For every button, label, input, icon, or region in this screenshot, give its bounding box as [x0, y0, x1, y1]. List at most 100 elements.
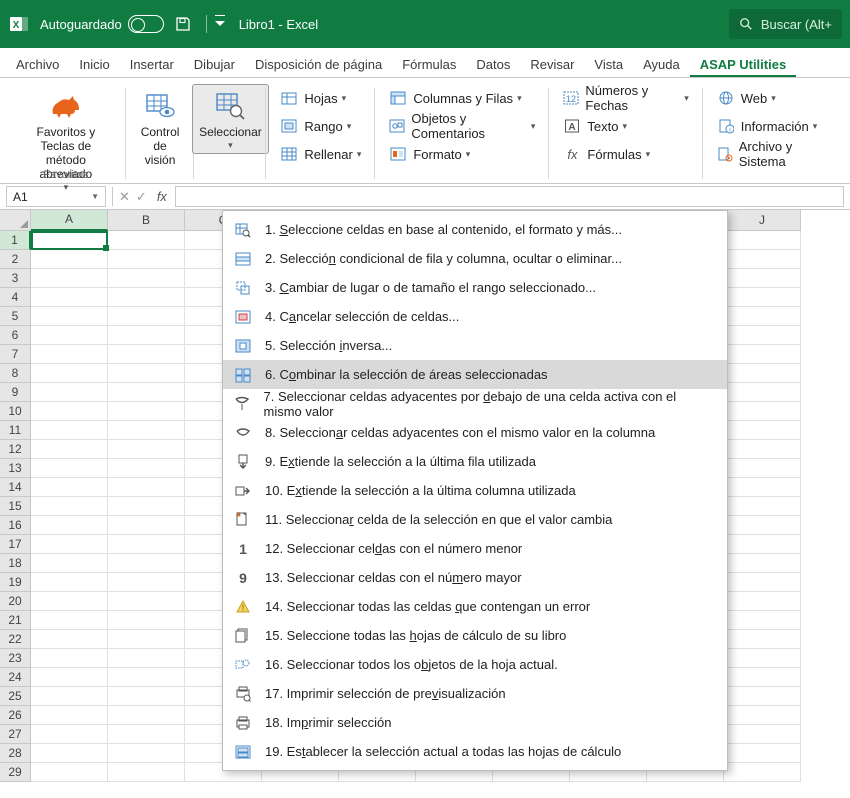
cell[interactable] [108, 725, 185, 744]
cell[interactable] [31, 269, 108, 288]
tab-archivo[interactable]: Archivo [6, 51, 69, 77]
cell[interactable] [31, 763, 108, 782]
row-header[interactable]: 27 [0, 725, 31, 744]
cell[interactable] [31, 421, 108, 440]
cell[interactable] [724, 269, 801, 288]
menu-item[interactable]: 18. Imprimir selección [223, 708, 727, 737]
column-header[interactable]: J [724, 210, 801, 231]
row-header[interactable]: 8 [0, 364, 31, 383]
autosave-toggle[interactable] [128, 15, 164, 33]
formula-input[interactable] [175, 186, 844, 207]
row-header[interactable]: 4 [0, 288, 31, 307]
menu-item[interactable]: 15. Seleccione todas las hojas de cálcul… [223, 621, 727, 650]
row-header[interactable]: 19 [0, 573, 31, 592]
cell[interactable] [108, 611, 185, 630]
cell[interactable] [31, 668, 108, 687]
tab-datos[interactable]: Datos [466, 51, 520, 77]
row-header[interactable]: 13 [0, 459, 31, 478]
cell[interactable] [31, 554, 108, 573]
cell[interactable] [108, 497, 185, 516]
row-header[interactable]: 11 [0, 421, 31, 440]
menu-item[interactable]: 3. Cambiar de lugar o de tamaño el rango… [223, 273, 727, 302]
cell[interactable] [31, 459, 108, 478]
menu-item[interactable]: 5. Selección inversa... [223, 331, 727, 360]
cell[interactable] [108, 402, 185, 421]
cell[interactable] [108, 307, 185, 326]
menu-item[interactable]: 10. Extiende la selección a la última co… [223, 476, 727, 505]
row-header[interactable]: 20 [0, 592, 31, 611]
fx-icon[interactable]: fx [151, 184, 173, 209]
row-header[interactable]: 18 [0, 554, 31, 573]
cell[interactable] [108, 383, 185, 402]
menu-item[interactable]: 1. Seleccione celdas en base al contenid… [223, 215, 727, 244]
cell[interactable] [31, 497, 108, 516]
cell[interactable] [31, 611, 108, 630]
row-header[interactable]: 24 [0, 668, 31, 687]
informacion-button[interactable]: iInformación▾ [711, 114, 836, 138]
tab-insertar[interactable]: Insertar [120, 51, 184, 77]
tab-inicio[interactable]: Inicio [69, 51, 119, 77]
menu-item[interactable]: 17. Imprimir selección de previsualizaci… [223, 679, 727, 708]
cell[interactable] [31, 573, 108, 592]
row-header[interactable]: 29 [0, 763, 31, 782]
rellenar-button[interactable]: Rellenar▾ [274, 142, 367, 166]
cell[interactable] [724, 421, 801, 440]
cell[interactable] [31, 630, 108, 649]
row-header[interactable]: 21 [0, 611, 31, 630]
cell[interactable] [31, 687, 108, 706]
cell[interactable] [108, 763, 185, 782]
cell[interactable] [724, 516, 801, 535]
cell[interactable] [31, 706, 108, 725]
cell[interactable] [724, 231, 801, 250]
row-header[interactable]: 9 [0, 383, 31, 402]
cell[interactable] [724, 326, 801, 345]
cell[interactable] [108, 554, 185, 573]
menu-item[interactable]: 2. Selección condicional de fila y colum… [223, 244, 727, 273]
cell[interactable] [108, 687, 185, 706]
formato-button[interactable]: Formato▾ [383, 142, 541, 166]
cell[interactable] [108, 668, 185, 687]
tab-revisar[interactable]: Revisar [520, 51, 584, 77]
row-header[interactable]: 16 [0, 516, 31, 535]
hojas-button[interactable]: Hojas▾ [274, 86, 367, 110]
cell[interactable] [724, 649, 801, 668]
row-header[interactable]: 5 [0, 307, 31, 326]
menu-item[interactable]: 11. Seleccionar celda de la selección en… [223, 505, 727, 534]
cell[interactable] [724, 668, 801, 687]
cell[interactable] [724, 497, 801, 516]
cell[interactable] [108, 269, 185, 288]
cell[interactable] [31, 649, 108, 668]
cell[interactable] [724, 744, 801, 763]
columnas-filas-button[interactable]: Columnas y Filas▾ [383, 86, 541, 110]
search-box[interactable]: Buscar (Alt+ [729, 9, 842, 39]
row-header[interactable]: 26 [0, 706, 31, 725]
cell[interactable] [31, 345, 108, 364]
row-header[interactable]: 6 [0, 326, 31, 345]
cell[interactable] [31, 744, 108, 763]
menu-item[interactable]: !14. Seleccionar todas las celdas que co… [223, 592, 727, 621]
cell[interactable] [31, 478, 108, 497]
cell[interactable] [108, 516, 185, 535]
row-header[interactable]: 17 [0, 535, 31, 554]
cell[interactable] [724, 478, 801, 497]
cell[interactable] [31, 326, 108, 345]
cell[interactable] [108, 478, 185, 497]
cell[interactable] [31, 402, 108, 421]
cell[interactable] [31, 250, 108, 269]
cell[interactable] [724, 630, 801, 649]
cell[interactable] [31, 440, 108, 459]
cell[interactable] [724, 611, 801, 630]
numeros-fechas-button[interactable]: 12Números y Fechas▾ [557, 86, 694, 110]
cell[interactable] [724, 459, 801, 478]
cell[interactable] [724, 763, 801, 782]
save-icon[interactable] [174, 15, 192, 33]
cell[interactable] [724, 592, 801, 611]
cell[interactable] [724, 288, 801, 307]
cancel-formula-icon[interactable]: ✕ [119, 189, 130, 205]
menu-item[interactable]: 16. Seleccionar todos los objetos de la … [223, 650, 727, 679]
cell[interactable] [108, 421, 185, 440]
rango-button[interactable]: Rango▾ [274, 114, 367, 138]
qat-customize-icon[interactable] [215, 19, 225, 29]
cell[interactable] [108, 706, 185, 725]
row-header[interactable]: 14 [0, 478, 31, 497]
